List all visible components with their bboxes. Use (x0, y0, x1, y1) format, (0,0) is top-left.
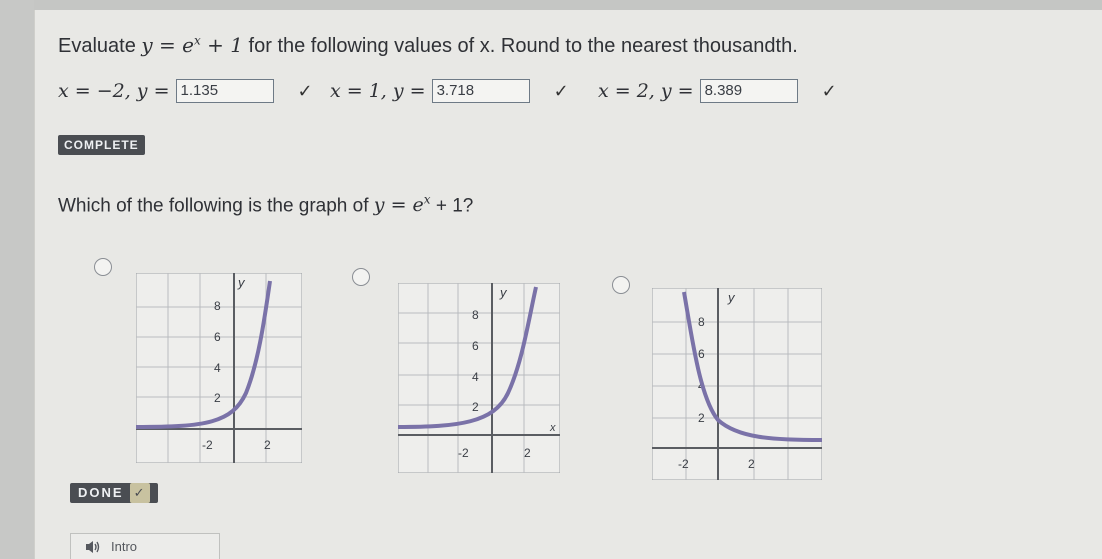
x-tick: -2 (458, 446, 469, 460)
intro-label: Intro (111, 539, 138, 554)
graph-option-1[interactable]: y 8 6 4 2 -2 2 (136, 273, 302, 463)
x-tick: -2 (202, 438, 213, 452)
x-tick: -2 (678, 457, 689, 471)
question-1: Evaluate y = ex + 1 for the following va… (58, 33, 798, 58)
answer-group-2: x = 1, y = 3.718 ✓ (330, 79, 569, 103)
answer-group-1: x = −2, y = 1.135 ✓ (58, 79, 313, 103)
checkmark-icon: ✓ (821, 80, 837, 101)
speaker-icon (86, 540, 100, 553)
y-tick: 4 (472, 370, 479, 384)
option-3-radio[interactable] (612, 276, 630, 294)
checkmark-icon: ✓ (297, 80, 313, 101)
y-tick: 2 (472, 400, 479, 414)
y-tick: 2 (214, 391, 221, 405)
x-tick: 2 (748, 457, 755, 471)
question-1-text: for the following values of x. Round to … (242, 35, 798, 57)
left-strip (0, 0, 34, 559)
checkmark-icon: ✓ (553, 80, 569, 101)
answer-input[interactable]: 8.389 (699, 79, 798, 103)
equation-label: x = −2, y = (58, 80, 170, 102)
top-bar (0, 0, 1102, 10)
answer-group-3: x = 2, y = 8.389 ✓ (598, 79, 837, 103)
y-tick: 6 (698, 347, 705, 361)
x-tick: 2 (524, 446, 531, 460)
answer-input[interactable]: 1.135 (175, 79, 274, 103)
graph-option-3[interactable]: y 8 6 4 2 -2 2 (652, 288, 822, 480)
done-button[interactable]: DONE ✓ (70, 483, 159, 503)
y-tick: 8 (698, 315, 705, 329)
complete-badge: COMPLETE (58, 135, 145, 155)
y-tick: 4 (214, 361, 221, 375)
function-expression: y = ex (373, 193, 431, 217)
graph-option-2[interactable]: y 8 6 4 2 -2 2 x (398, 283, 560, 473)
y-tick: 2 (698, 411, 705, 425)
x-axis-label: x (549, 422, 556, 434)
done-label: DONE (78, 485, 124, 500)
intro-button[interactable]: Intro (70, 533, 220, 559)
question-1-prefix: Evaluate (58, 35, 142, 57)
x-tick: 2 (264, 438, 271, 452)
equation-label: x = 2, y = (598, 80, 694, 102)
option-2-radio[interactable] (352, 268, 370, 286)
question-2-prefix: Which of the following is the graph of (58, 195, 374, 217)
y-tick: 8 (472, 308, 479, 322)
answer-input[interactable]: 3.718 (431, 79, 530, 103)
y-tick: 6 (472, 339, 479, 353)
y-tick: 6 (214, 330, 221, 344)
equation-label: x = 1, y = (330, 80, 426, 102)
question-2-suffix: + 1? (430, 195, 474, 217)
y-tick: 8 (214, 299, 221, 313)
option-1-radio[interactable] (94, 258, 112, 276)
question-2: Which of the following is the graph of y… (58, 193, 473, 217)
answers-row: x = −2, y = 1.135 ✓ x = 1, y = 3.718 ✓ x… (58, 79, 958, 109)
function-expression: y = ex + 1 (141, 33, 243, 57)
checkmark-icon: ✓ (129, 483, 151, 503)
